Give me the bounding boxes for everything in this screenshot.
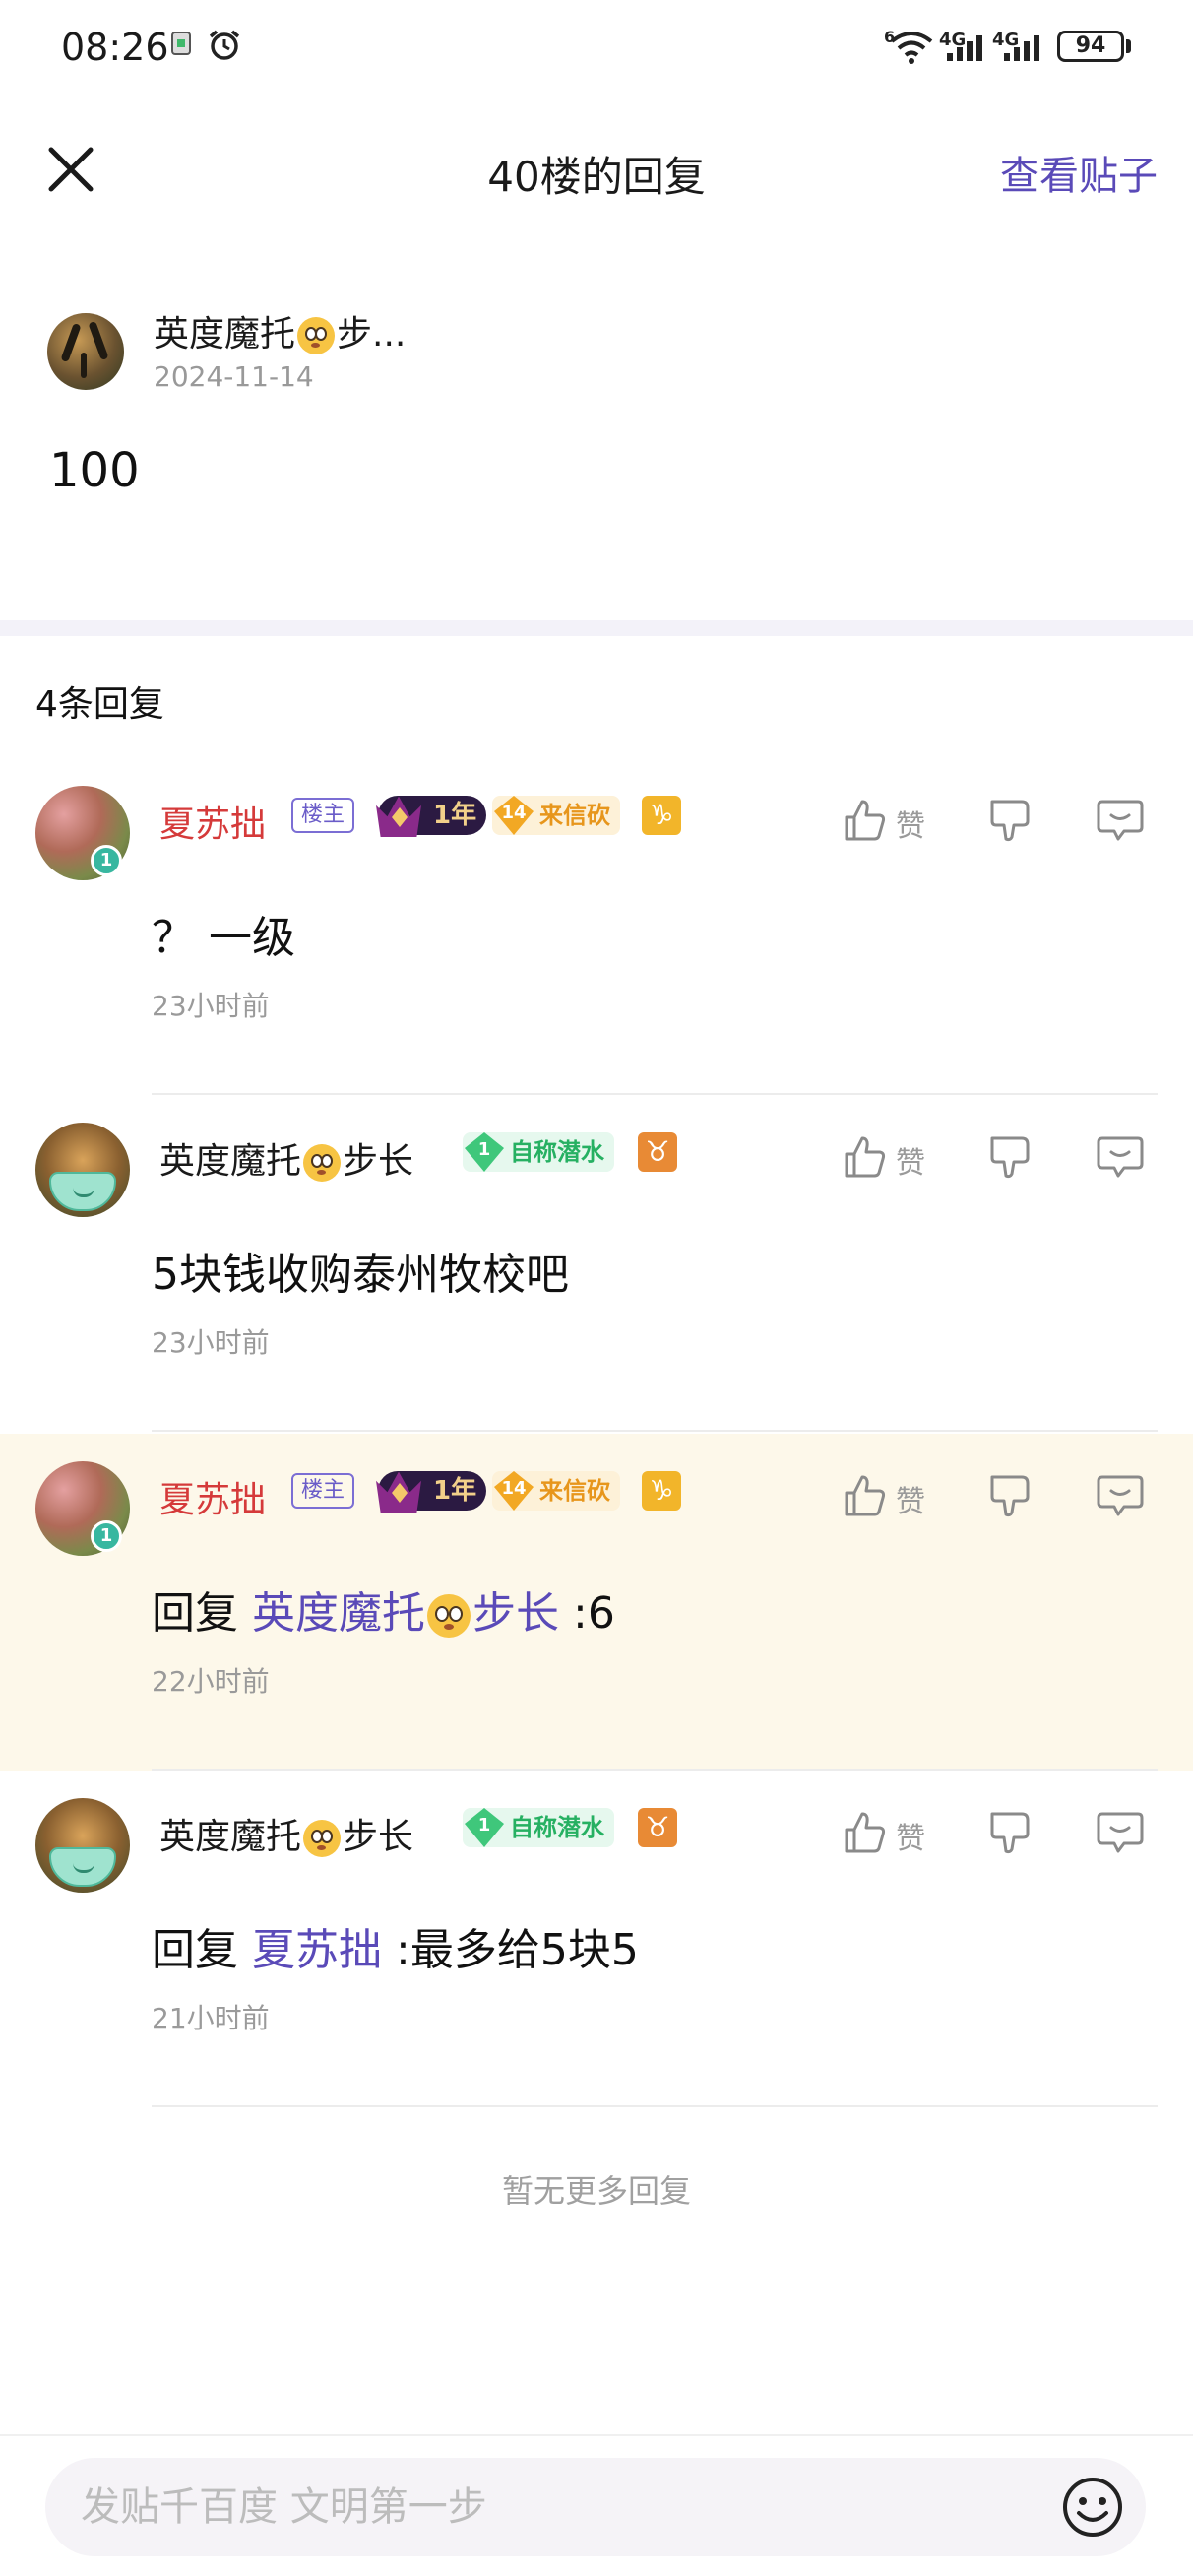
battery-tip: [1126, 39, 1131, 53]
divider: [152, 1430, 1158, 1432]
signal-icon: [1004, 35, 1039, 61]
header: 40楼的回复 查看贴子: [0, 118, 1193, 226]
status-time: 08:26: [61, 26, 169, 69]
reply-body: :最多给5块5: [396, 1925, 639, 1975]
thumbs-up-icon[interactable]: [843, 1134, 888, 1180]
reply-content: 回复 夏苏拙 :最多给5块5: [152, 1914, 639, 1977]
reply-time: 23小时前: [152, 990, 270, 1022]
like-label[interactable]: 赞: [896, 802, 925, 845]
title-badge: 14 来信砍: [492, 1471, 620, 1511]
taurus-icon: ♉: [638, 1132, 677, 1172]
reply-time: 23小时前: [152, 1326, 270, 1359]
reply-count: 4条回复: [35, 684, 164, 725]
taurus-icon: ♉: [638, 1808, 677, 1847]
title-badge: 14 来信砍: [492, 796, 620, 835]
comment-icon[interactable]: [1097, 798, 1144, 843]
reply-author[interactable]: 夏苏拙: [159, 796, 266, 847]
owner-tag: 楼主: [291, 798, 355, 833]
signal-icon: [947, 35, 982, 61]
title-badge: 1 自称潜水: [463, 1808, 614, 1847]
flushed-emoji-icon: [303, 1144, 342, 1182]
post-date: 2024-11-14: [154, 360, 314, 393]
no-more-replies: 暂无更多回复: [501, 2172, 691, 2210]
capricorn-icon: ♑: [642, 796, 681, 835]
reply-time: 22小时前: [152, 1665, 270, 1698]
thumbs-up-icon[interactable]: [843, 1810, 888, 1855]
capricorn-icon: ♑: [642, 1471, 681, 1511]
bottom-input-bar: [0, 2434, 1193, 2576]
comment-icon[interactable]: [1097, 1473, 1144, 1518]
reply-author-name: 英度魔托: [159, 1817, 302, 1857]
reply-item: 英度魔托 步长 1 自称潜水 ♉ 赞 5块钱收购泰州牧校吧 23小时前: [0, 1095, 1193, 1432]
reply-author[interactable]: 英度魔托 步长: [159, 1808, 413, 1859]
reply-author-name: 英度魔托: [159, 1141, 302, 1182]
reply-input[interactable]: [45, 2458, 1146, 2556]
thumbs-down-icon[interactable]: [988, 1473, 1034, 1518]
mention-link[interactable]: 夏苏拙: [252, 1925, 382, 1975]
divider: [152, 2105, 1158, 2107]
member-year-badge: 1年: [376, 796, 486, 837]
thumbs-down-icon[interactable]: [988, 1134, 1034, 1180]
reply-content: 5块钱收购泰州牧校吧: [152, 1250, 569, 1300]
reply-author-name-suffix: 步长: [343, 1817, 414, 1857]
post-author-name: 英度魔托: [154, 314, 296, 354]
emoji-icon[interactable]: [1061, 2476, 1124, 2539]
comment-icon[interactable]: [1097, 1134, 1144, 1180]
status-bar: 08:26 6 4G 4G 94: [0, 0, 1193, 98]
reply-content: ？ 一级: [152, 913, 295, 963]
thumbs-up-icon[interactable]: [843, 798, 888, 843]
section-divider: [0, 620, 1193, 636]
reply-author[interactable]: 夏苏拙: [159, 1471, 266, 1522]
alarm-icon: [209, 30, 240, 60]
view-post-link[interactable]: 查看贴子: [1000, 144, 1158, 201]
thumbs-down-icon[interactable]: [988, 798, 1034, 843]
reply-author[interactable]: 英度魔托 步长: [159, 1132, 413, 1184]
avatar[interactable]: [35, 1123, 130, 1217]
reply-time: 21小时前: [152, 2002, 270, 2034]
avatar[interactable]: [47, 313, 124, 390]
owner-tag: 楼主: [291, 1473, 355, 1509]
title-badge: 1 自称潜水: [463, 1132, 614, 1172]
reply-prefix: 回复: [152, 1588, 238, 1639]
thumbs-down-icon[interactable]: [988, 1810, 1034, 1855]
like-label[interactable]: 赞: [896, 1138, 925, 1182]
reply-item-highlighted: 1 夏苏拙 楼主 1年 14 来信砍 ♑ 赞 回复 英度魔托 步长 :6 22小时前: [0, 1434, 1193, 1771]
reply-content: 回复 英度魔托 步长 :6: [152, 1578, 615, 1641]
level-badge: 1: [91, 1520, 122, 1552]
avatar[interactable]: [35, 1798, 130, 1893]
thumbs-up-icon[interactable]: [843, 1473, 888, 1518]
post-content: 100: [49, 443, 140, 498]
reply-body: :6: [573, 1588, 615, 1639]
flushed-emoji-icon: [303, 1820, 342, 1857]
reply-item: 1 夏苏拙 楼主 1年 14 来信砍 ♑ 赞 ？ 一级 23小时前: [0, 758, 1193, 1095]
mention-link[interactable]: 英度魔托 步长: [252, 1588, 559, 1639]
like-label[interactable]: 赞: [896, 1814, 925, 1857]
battery-indicator: 94: [1057, 31, 1124, 62]
member-year-badge: 1年: [376, 1471, 486, 1513]
comment-icon[interactable]: [1097, 1810, 1144, 1855]
reply-prefix: 回复: [152, 1925, 238, 1975]
sim-icon: [171, 32, 191, 55]
reply-item: 英度魔托 步长 1 自称潜水 ♉ 赞 回复 夏苏拙 :最多给5块5 21小时前: [0, 1771, 1193, 2107]
wifi-icon: [890, 32, 933, 64]
post-author[interactable]: 英度魔托 步...: [154, 305, 406, 356]
flushed-emoji-icon: [427, 1594, 471, 1638]
post-author-name-suffix: 步...: [337, 314, 407, 354]
reply-author-name-suffix: 步长: [343, 1141, 414, 1182]
level-badge: 1: [91, 845, 122, 876]
flushed-emoji-icon: [297, 317, 336, 354]
like-label[interactable]: 赞: [896, 1477, 925, 1520]
